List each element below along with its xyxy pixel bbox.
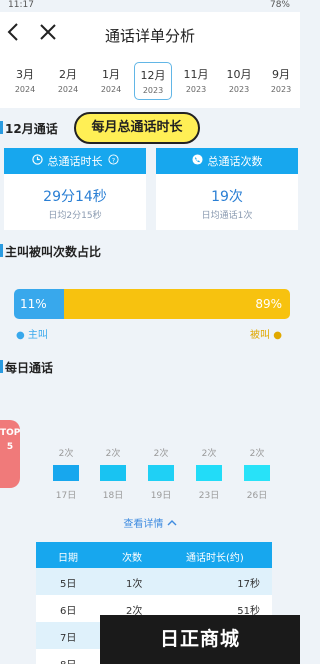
bar-date: 18日 xyxy=(102,491,124,501)
callee-dot-icon: ● xyxy=(273,330,282,341)
month-label: 9月 xyxy=(272,68,290,81)
caller-legend: ● 主叫 xyxy=(16,326,48,341)
section-marker xyxy=(0,360,3,373)
month-label: 12月 xyxy=(140,69,166,82)
bar-date: 17日 xyxy=(55,491,77,501)
watermark-logo: 日正商城 xyxy=(100,615,300,664)
month-label: 1月 xyxy=(102,68,120,81)
daily-title: 每日通话 xyxy=(5,361,54,375)
row-date: 8日 xyxy=(60,656,76,664)
help-icon[interactable]: ? xyxy=(107,154,119,168)
ratio-title: 主叫被叫次数占比 xyxy=(5,245,102,259)
top5-badge: TOP 5 xyxy=(0,420,20,488)
year-label: 2023 xyxy=(228,85,250,94)
callee-segment: 89% xyxy=(64,289,290,319)
bar-fill xyxy=(196,465,222,481)
month-label: 11月 xyxy=(183,68,209,81)
caller-callee-ratio-bar: 11% 89% xyxy=(14,289,290,319)
bar-date: 23日 xyxy=(198,491,220,501)
bar-count: 2次 xyxy=(105,449,121,459)
bar-date: 26日 xyxy=(246,491,268,501)
row-date: 7日 xyxy=(60,633,77,644)
bar-count: 2次 xyxy=(58,449,74,459)
month-tab[interactable]: 9月 2023 xyxy=(262,62,300,100)
month-tab[interactable]: 2月 2024 xyxy=(49,62,87,100)
month-tab-selected[interactable]: 12月 2023 xyxy=(134,62,172,100)
callee-legend: 被叫 ● xyxy=(250,326,282,341)
clock-icon xyxy=(31,154,43,168)
page-title: 通话详单分析 xyxy=(104,27,195,45)
month-tab[interactable]: 1月 2024 xyxy=(92,62,130,100)
bar-count: 2次 xyxy=(249,449,265,459)
total-duration-value: 29分14秒 xyxy=(43,189,107,205)
header-count: 次数 xyxy=(122,553,142,564)
bar-fill xyxy=(100,465,126,481)
bar-fill xyxy=(53,465,79,481)
status-time: 11:17 xyxy=(8,0,34,10)
year-label: 2024 xyxy=(57,85,79,94)
year-label: 2024 xyxy=(100,85,122,94)
total-count-average: 日均通话1次 xyxy=(201,211,253,221)
callee-legend-label: 被叫 xyxy=(250,330,270,341)
bar-count: 2次 xyxy=(201,449,217,459)
row-date: 6日 xyxy=(60,606,77,617)
caller-legend-label: 主叫 xyxy=(27,330,48,341)
section-marker xyxy=(0,121,3,134)
month-label: 3月 xyxy=(16,68,34,81)
year-label: 2023 xyxy=(142,86,164,95)
total-duration-header: 总通话时长 ? xyxy=(4,148,146,174)
annotation-bubble: 每月总通话时长 xyxy=(74,112,200,144)
month-selector: 3月 2024 2月 2024 1月 2024 12月 2023 11月 202… xyxy=(0,56,300,108)
year-label: 2023 xyxy=(270,85,292,94)
caller-dot-icon: ● xyxy=(16,330,25,341)
total-count-label: 总通话次数 xyxy=(207,155,263,168)
total-duration-label: 总通话时长 xyxy=(47,155,103,168)
month-label: 10月 xyxy=(226,68,252,81)
view-details-label: 查看详情 xyxy=(123,519,164,530)
bar-fill xyxy=(148,465,174,481)
table-row: 5日 1次 17秒 xyxy=(36,568,272,595)
daily-bar: 2次 17日 xyxy=(53,446,79,501)
row-duration: 17秒 xyxy=(237,579,260,590)
daily-bar: 2次 26日 xyxy=(244,446,270,501)
month-tab[interactable]: 3月 2024 xyxy=(6,62,44,100)
chevron-up-icon xyxy=(167,519,177,530)
row-count: 1次 xyxy=(126,579,143,590)
summary-title: 12月通话 xyxy=(5,122,58,136)
month-label: 2月 xyxy=(59,68,77,81)
top-bar: 通话详单分析 xyxy=(0,12,300,56)
total-duration-average: 日均2分15秒 xyxy=(48,211,102,221)
table-header: 日期 次数 通话时长(约) xyxy=(36,542,272,568)
row-date: 5日 xyxy=(60,579,77,590)
month-tab[interactable]: 10月 2023 xyxy=(220,62,258,100)
bar-date: 19日 xyxy=(150,491,172,501)
phone-icon xyxy=(191,154,203,168)
caller-segment: 11% xyxy=(14,289,64,319)
battery-level: 78% xyxy=(269,0,290,10)
total-count-card: 总通话次数 19次 日均通话1次 xyxy=(156,148,298,230)
total-duration-card: 总通话时长 ? 29分14秒 日均2分15秒 xyxy=(4,148,146,230)
year-label: 2023 xyxy=(185,85,207,94)
bar-fill xyxy=(244,465,270,481)
year-label: 2024 xyxy=(14,85,36,94)
daily-bar: 2次 19日 xyxy=(148,446,174,501)
bar-count: 2次 xyxy=(153,449,169,459)
top5-badge-text: TOP 5 xyxy=(0,428,21,452)
view-details-link[interactable]: 查看详情 xyxy=(0,515,300,530)
daily-bar: 2次 18日 xyxy=(100,446,126,501)
total-count-header: 总通话次数 xyxy=(156,148,298,174)
status-bar: 11:17 78% xyxy=(0,0,300,12)
header-duration: 通话时长(约) xyxy=(186,553,244,564)
header-date: 日期 xyxy=(58,553,78,564)
daily-bar: 2次 23日 xyxy=(196,446,222,501)
total-count-value: 19次 xyxy=(211,189,243,205)
svg-text:?: ? xyxy=(111,156,114,164)
month-tab[interactable]: 11月 2023 xyxy=(177,62,215,100)
section-marker xyxy=(0,244,3,257)
